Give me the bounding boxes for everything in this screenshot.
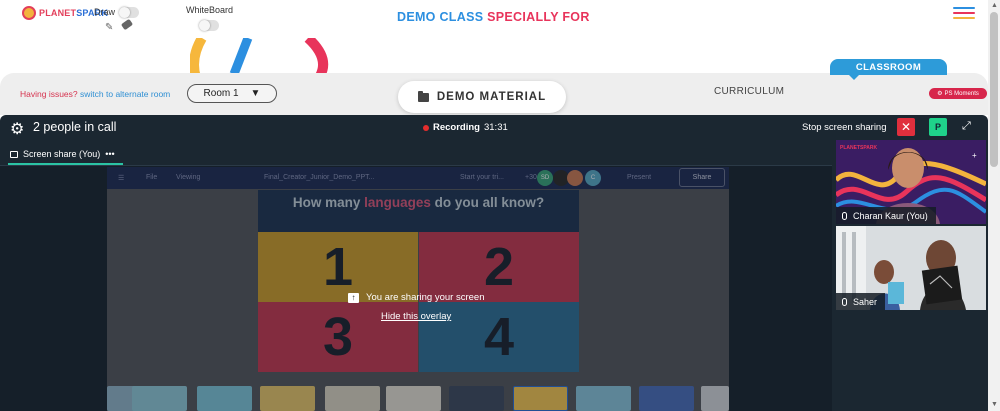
mascot-icon <box>22 6 36 20</box>
svg-text:PLANETSPARK: PLANETSPARK <box>840 145 878 151</box>
participant-name: Saher <box>853 296 878 307</box>
yellow-arc <box>190 38 207 78</box>
menu-line <box>953 12 975 14</box>
alternate-room-link[interactable]: switch to alternate room <box>80 89 170 99</box>
mic-icon <box>842 211 847 220</box>
curriculum-tab[interactable]: CURRICULUM <box>714 86 784 97</box>
camera-icon: ⚙ <box>937 91 943 97</box>
caret-down-icon: ▼ <box>250 88 261 99</box>
menu-line <box>953 7 975 9</box>
participant-name-bar: Charan Kaur (You) <box>836 207 936 224</box>
decorative-arcs <box>190 38 328 78</box>
menu-line <box>953 17 975 19</box>
svg-text:+: + <box>972 151 977 160</box>
app-root: PLANETSPARK Draw ✎ WhiteBoard DEMO CLASS… <box>0 0 1000 411</box>
sharing-overlay <box>0 166 832 411</box>
scroll-down-arrow-icon[interactable]: ▼ <box>991 401 998 408</box>
demo-material-button[interactable]: DEMO MATERIAL <box>398 81 566 113</box>
title-part-a: DEMO CLASS <box>397 10 484 24</box>
hamburger-menu-icon[interactable] <box>953 7 975 22</box>
recording-label: Recording <box>433 122 480 133</box>
recording-indicator: Recording 31:31 <box>423 122 508 133</box>
share-screen-icon: ↑ <box>348 292 359 303</box>
demo-material-label: DEMO MATERIAL <box>436 91 547 103</box>
participant-name-bar: Saher <box>836 293 886 310</box>
stop-screen-sharing-label[interactable]: Stop screen sharing <box>802 122 887 133</box>
more-options-icon[interactable]: ••• <box>105 149 114 159</box>
participant-tile-student[interactable]: Saher <box>836 226 986 310</box>
participant-tile-teacher[interactable]: PLANETSPARK + Charan Kaur (You) <box>836 140 986 224</box>
page-title: DEMO CLASS SPECIALLY FOR <box>397 10 590 24</box>
scroll-up-arrow-icon[interactable]: ▲ <box>991 2 998 9</box>
issues-label: Having issues? <box>20 89 78 99</box>
expand-icon[interactable]: ⤢ <box>962 120 971 133</box>
screen-share-tab-label: Screen share (You) <box>23 149 101 159</box>
recording-dot-icon <box>423 124 429 131</box>
draw-label: Draw <box>94 7 116 17</box>
red-arc <box>304 38 328 78</box>
mic-icon <box>842 297 847 306</box>
people-count: 2 people in call <box>33 120 117 134</box>
stop-share-close-button[interactable]: ✕ <box>897 118 915 136</box>
room-select[interactable]: Room 1 ▼ <box>187 84 277 103</box>
room-select-value: Room 1 <box>203 88 239 99</box>
screen-share-tab[interactable]: Screen share (You) ••• <box>8 145 123 163</box>
sharing-message-text: You are sharing your screen <box>366 292 485 303</box>
blue-stroke <box>229 38 253 76</box>
ps-moments-label: PS Moments <box>944 90 979 97</box>
participant-p-button[interactable]: P <box>929 118 947 136</box>
logo-text-a: PLANET <box>39 8 77 18</box>
participant-name: Charan Kaur (You) <box>853 210 928 221</box>
recording-time: 31:31 <box>483 122 508 133</box>
draw-toggle[interactable] <box>119 7 139 18</box>
sharing-message: ↑ You are sharing your screen <box>348 292 484 303</box>
classroom-tab[interactable]: CLASSROOM <box>830 59 947 75</box>
folder-icon <box>417 90 429 102</box>
pencil-icon[interactable]: ✎ <box>105 22 113 33</box>
monitor-icon <box>10 150 18 158</box>
issues-text: Having issues? switch to alternate room <box>20 89 170 99</box>
classroom-pointer <box>849 75 859 80</box>
whiteboard-label: WhiteBoard <box>186 5 234 15</box>
gear-icon[interactable]: ⚙ <box>10 119 24 139</box>
hide-overlay-link[interactable]: Hide this overlay <box>381 311 451 322</box>
ps-moments-button[interactable]: ⚙ PS Moments <box>929 88 987 99</box>
scrollbar-thumb[interactable] <box>990 12 998 167</box>
title-part-b: SPECIALLY FOR <box>487 10 590 24</box>
whiteboard-toggle[interactable] <box>199 20 219 31</box>
